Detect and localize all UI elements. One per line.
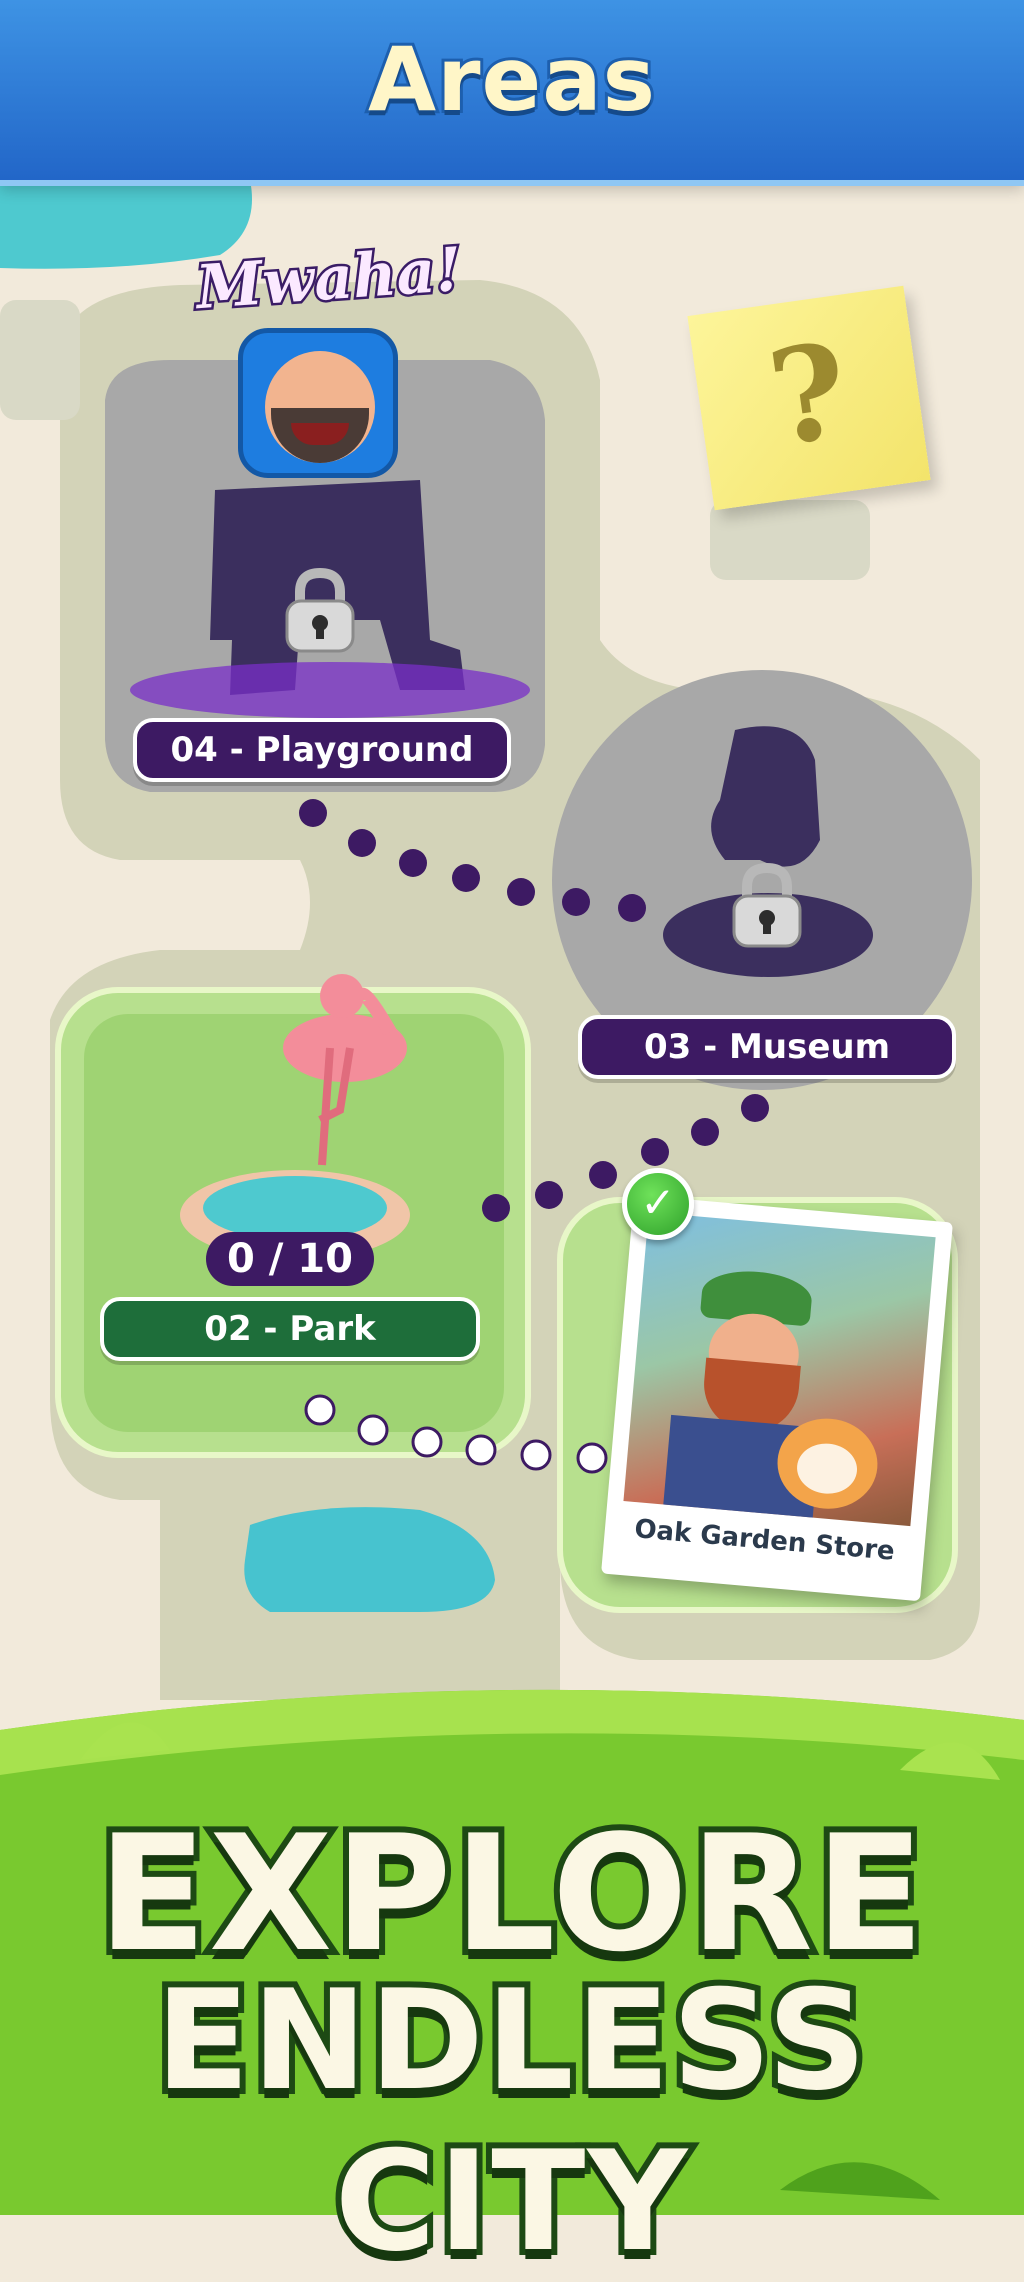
completed-area-card[interactable]: Oak Garden Store <box>601 1194 953 1602</box>
area-museum-button[interactable]: 03 - Museum <box>578 1015 956 1079</box>
area-playground-button[interactable]: 04 - Playground <box>133 718 511 782</box>
park-progress-counter: 0 / 10 <box>206 1232 374 1286</box>
checkmark-icon: ✓ <box>622 1168 694 1240</box>
area-park-button[interactable]: 02 - Park <box>100 1297 480 1361</box>
lock-icon <box>283 565 357 655</box>
lock-icon <box>730 860 804 950</box>
question-mark-icon: ? <box>760 313 857 476</box>
villain-avatar-icon[interactable] <box>238 328 398 478</box>
promo-headline-line2: ENDLESS CITY <box>149 1954 872 2282</box>
page-title: Areas <box>365 25 658 134</box>
top-bar: Areas <box>0 0 1024 180</box>
gardener-photo <box>623 1212 936 1527</box>
promo-headline-line1: EXPLORE <box>92 1794 931 1993</box>
mystery-area-note[interactable]: ? <box>687 285 931 511</box>
